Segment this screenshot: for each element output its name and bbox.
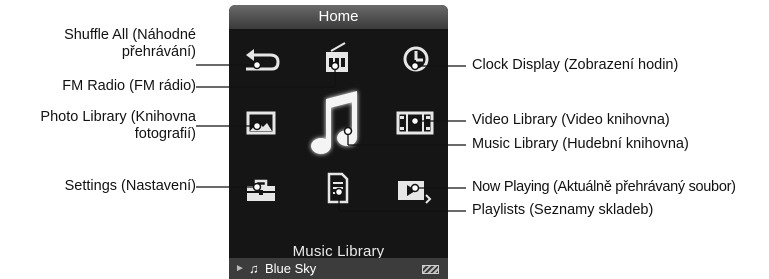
callout-music-library: Music Library (Hudební knihovna) xyxy=(472,136,689,152)
callout-photo-library-line2: fotografií) xyxy=(134,126,196,142)
callout-playlists: Playlists (Seznamy skladeb) xyxy=(472,202,654,218)
callout-now-playing: Now Playing (Aktuálně přehrávaný soubor) xyxy=(472,179,736,195)
callout-shuffle-all-line2: přehrávání) xyxy=(121,44,196,60)
callout-clock-display: Clock Display (Zobrazení hodin) xyxy=(472,57,679,73)
callout-photo-library: Photo Library (Knihovna fotografií) xyxy=(40,109,196,143)
callout-fm-radio: FM Radio (FM rádio) xyxy=(62,78,196,94)
callout-photo-library-line1: Photo Library (Knihovna xyxy=(40,109,196,125)
diagram: Home Music Library ► ♫ Blue Sky Shuffle … xyxy=(0,0,769,279)
callout-video-library: Video Library (Video knihovna) xyxy=(472,112,670,128)
callout-shuffle-all-line1: Shuffle All (Náhodné xyxy=(64,27,196,43)
callout-shuffle-all: Shuffle All (Náhodné přehrávání) xyxy=(64,27,196,61)
callout-settings: Settings (Nastavení) xyxy=(64,178,196,194)
